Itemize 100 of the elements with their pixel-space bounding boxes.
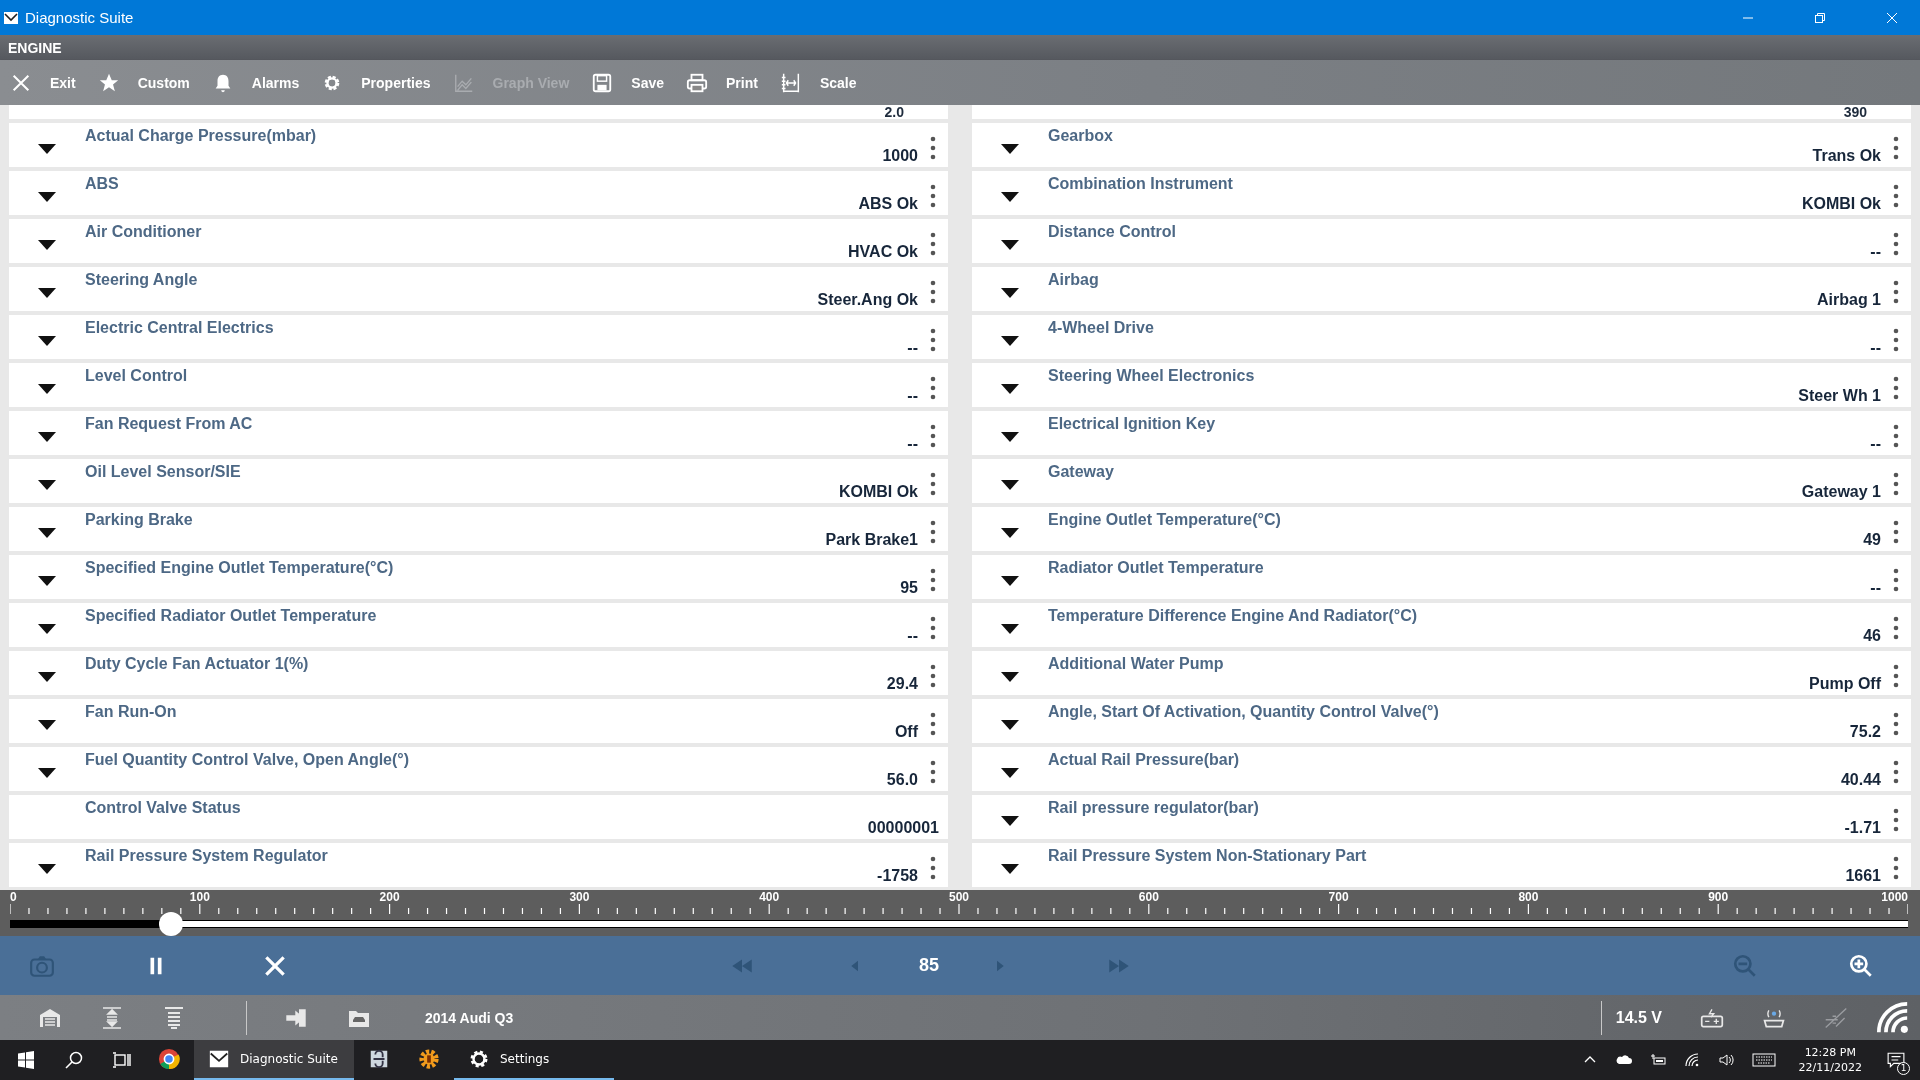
- toolbar-button[interactable]: Scale: [777, 67, 859, 98]
- caret-icon[interactable]: [1001, 144, 1019, 154]
- more-options-icon[interactable]: [1893, 856, 1899, 880]
- list-row[interactable]: Radiator Outlet Temperature --: [972, 555, 1911, 599]
- search-icon[interactable]: [64, 1050, 84, 1070]
- taskbar-app[interactable]: Settings: [454, 1040, 614, 1080]
- more-options-icon[interactable]: [930, 568, 936, 592]
- caret-icon[interactable]: [38, 144, 56, 154]
- more-options-icon[interactable]: [1893, 232, 1899, 256]
- more-options-icon[interactable]: [1893, 280, 1899, 304]
- list-row[interactable]: Distance Control --: [972, 219, 1911, 263]
- list-row[interactable]: Duty Cycle Fan Actuator 1(%) 29.4: [9, 651, 948, 695]
- more-options-icon[interactable]: [930, 760, 936, 784]
- list-row[interactable]: Airbag Airbag 1: [972, 267, 1911, 311]
- more-options-icon[interactable]: [930, 376, 936, 400]
- caret-icon[interactable]: [38, 432, 56, 442]
- caret-icon[interactable]: [1001, 864, 1019, 874]
- more-options-icon[interactable]: [930, 520, 936, 544]
- list-row[interactable]: Actual Charge Pressure(mbar) 1000: [9, 123, 948, 167]
- battery-charging-icon[interactable]: [1649, 1052, 1666, 1068]
- caret-icon[interactable]: [1001, 336, 1019, 346]
- list-row[interactable]: Fan Run-On Off: [9, 699, 948, 743]
- list-row[interactable]: Electrical Ignition Key --: [972, 411, 1911, 455]
- caret-icon[interactable]: [38, 864, 56, 874]
- more-options-icon[interactable]: [1893, 616, 1899, 640]
- list-row[interactable]: Electric Central Electrics --: [9, 315, 948, 359]
- list-row[interactable]: Actual Rail Pressure(bar) 40.44: [972, 747, 1911, 791]
- list-row[interactable]: Oil Level Sensor/SIE KOMBI Ok: [9, 459, 948, 503]
- volume-icon[interactable]: [1717, 1052, 1734, 1068]
- more-options-icon[interactable]: [1893, 472, 1899, 496]
- more-options-icon[interactable]: [1893, 184, 1899, 208]
- list-row[interactable]: Fuel Quantity Control Valve, Open Angle(°) 56.0: [9, 747, 948, 791]
- list-row[interactable]: ABS ABS Ok: [9, 171, 948, 215]
- caret-icon[interactable]: [1001, 768, 1019, 778]
- caret-icon[interactable]: [38, 288, 56, 298]
- caret-icon[interactable]: [1001, 432, 1019, 442]
- keyboard-icon[interactable]: [1751, 1052, 1776, 1068]
- caret-icon[interactable]: [38, 384, 56, 394]
- caret-icon[interactable]: [38, 336, 56, 346]
- list-row[interactable]: Combination Instrument KOMBI Ok: [972, 171, 1911, 215]
- list-row[interactable]: Rail Pressure System Regulator -1758: [9, 843, 948, 887]
- list-row[interactable]: Control Valve Status 00000001: [9, 795, 948, 839]
- more-options-icon[interactable]: [930, 136, 936, 160]
- more-options-icon[interactable]: [1893, 808, 1899, 832]
- task-view-icon[interactable]: [112, 1050, 132, 1070]
- more-options-icon[interactable]: [930, 280, 936, 304]
- more-options-icon[interactable]: [1893, 712, 1899, 736]
- list-row[interactable]: Fan Request From AC --: [9, 411, 948, 455]
- caret-icon[interactable]: [1001, 672, 1019, 682]
- more-options-icon[interactable]: [930, 184, 936, 208]
- caret-icon[interactable]: [38, 576, 56, 586]
- list-row[interactable]: Additional Water Pump Pump Off: [972, 651, 1911, 695]
- list-row[interactable]: Steering Wheel Electronics Steer Wh 1: [972, 363, 1911, 407]
- caret-icon[interactable]: [38, 192, 56, 202]
- list-row[interactable]: Gearbox Trans Ok: [972, 123, 1911, 167]
- list-row[interactable]: Engine Outlet Temperature(°C) 49: [972, 507, 1911, 551]
- list-row[interactable]: Angle, Start Of Activation, Quantity Control Valve(°) 75.2: [972, 699, 1911, 743]
- list-row[interactable]: Specified Radiator Outlet Temperature --: [9, 603, 948, 647]
- more-options-icon[interactable]: [930, 712, 936, 736]
- caret-icon[interactable]: [38, 720, 56, 730]
- list-row[interactable]: Parking Brake Park Brake1: [9, 507, 948, 551]
- caret-icon[interactable]: [1001, 624, 1019, 634]
- list-row[interactable]: Temperature Difference Engine And Radiator(°C) 46: [972, 603, 1911, 647]
- caret-icon[interactable]: [38, 480, 56, 490]
- more-options-icon[interactable]: [930, 664, 936, 688]
- caret-icon[interactable]: [38, 768, 56, 778]
- caret-icon[interactable]: [38, 624, 56, 634]
- caret-icon[interactable]: [1001, 528, 1019, 538]
- slider-thumb[interactable]: [159, 912, 184, 936]
- clock[interactable]: 12:28 PM 22/11/2022: [1798, 1045, 1862, 1075]
- more-options-icon[interactable]: [1893, 664, 1899, 688]
- toolbar-button[interactable]: Print: [684, 67, 760, 98]
- notification-button[interactable]: 1: [1876, 1040, 1916, 1080]
- list-row[interactable]: Steering Angle Steer.Ang Ok: [9, 267, 948, 311]
- more-options-icon[interactable]: [1893, 376, 1899, 400]
- windows-start-icon[interactable]: [16, 1050, 36, 1070]
- caret-icon[interactable]: [1001, 192, 1019, 202]
- more-options-icon[interactable]: [1893, 136, 1899, 160]
- wifi-icon[interactable]: [1683, 1052, 1700, 1068]
- list-row[interactable]: Level Control --: [9, 363, 948, 407]
- list-row[interactable]: Rail pressure regulator(bar) -1.71: [972, 795, 1911, 839]
- caret-icon[interactable]: [1001, 288, 1019, 298]
- more-options-icon[interactable]: [930, 232, 936, 256]
- more-options-icon[interactable]: [1893, 760, 1899, 784]
- list-row[interactable]: 4-Wheel Drive --: [972, 315, 1911, 359]
- caret-icon[interactable]: [1001, 720, 1019, 730]
- more-options-icon[interactable]: [930, 328, 936, 352]
- toolbar-button[interactable]: Properties: [319, 67, 433, 98]
- list-row[interactable]: Gateway Gateway 1: [972, 459, 1911, 503]
- more-options-icon[interactable]: [1893, 328, 1899, 352]
- expand-icon[interactable]: [100, 1005, 124, 1030]
- more-options-icon[interactable]: [930, 472, 936, 496]
- caret-icon[interactable]: [1001, 480, 1019, 490]
- caret-icon[interactable]: [38, 528, 56, 538]
- caret-icon[interactable]: [1001, 240, 1019, 250]
- taskbar-app[interactable]: Diagnostic Suite: [194, 1040, 354, 1080]
- more-options-icon[interactable]: [930, 616, 936, 640]
- more-options-icon[interactable]: [930, 856, 936, 880]
- caret-icon[interactable]: [1001, 384, 1019, 394]
- list-row[interactable]: Air Conditioner HVAC Ok: [9, 219, 948, 263]
